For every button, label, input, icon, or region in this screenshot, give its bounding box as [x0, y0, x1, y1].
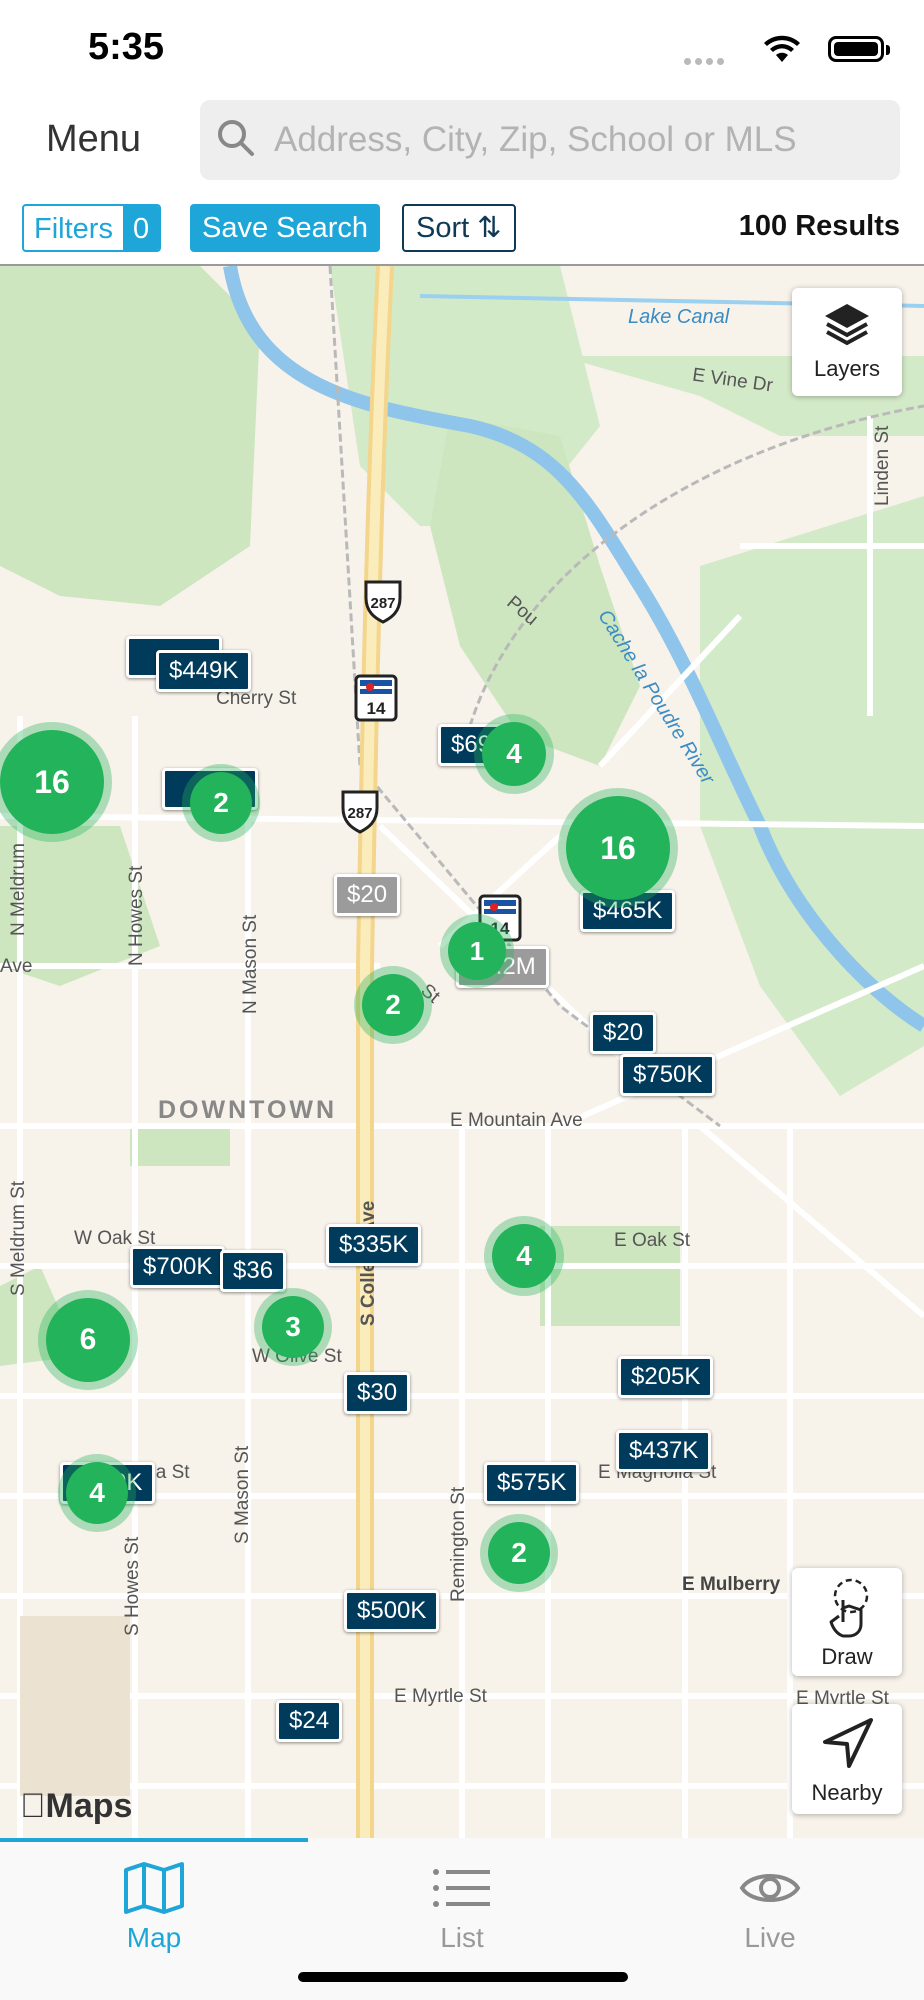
price-pin[interactable]: $335K	[326, 1224, 422, 1266]
cluster-marker[interactable]: 4	[66, 1462, 128, 1524]
cluster-marker[interactable]: 3	[262, 1296, 324, 1358]
area-label-downtown: DOWNTOWN	[158, 1096, 338, 1124]
home-indicator	[298, 1972, 628, 1982]
price-pin[interactable]: $20	[590, 1012, 657, 1054]
menu-button[interactable]: Menu	[46, 118, 141, 161]
us-287-shield-icon: 287	[340, 788, 380, 834]
sort-arrows-icon: ⇅	[477, 212, 502, 244]
cluster-marker[interactable]: 1	[448, 922, 506, 980]
co-14-shield-icon: 14	[354, 674, 398, 722]
price-pin[interactable]: $700K	[130, 1246, 226, 1288]
cluster-marker[interactable]: 16	[566, 796, 670, 900]
layers-label: Layers	[813, 356, 881, 381]
cluster-marker[interactable]: 4	[482, 722, 546, 786]
nearby-label: Nearby	[811, 1780, 883, 1805]
street-label-e-mulberry: E Mulberry	[682, 1574, 781, 1595]
price-pin[interactable]: $500K	[344, 1590, 440, 1632]
draw-hand-icon	[829, 1578, 869, 1638]
tab-list[interactable]: List	[308, 1848, 616, 1954]
svg-text:14: 14	[367, 699, 386, 718]
price-pin[interactable]: $205K	[618, 1356, 714, 1398]
us-287-shield-icon: 287	[363, 578, 403, 624]
price-pin[interactable]: $750K	[620, 1054, 716, 1096]
map-icon	[124, 1862, 184, 1914]
street-label-ave: Ave	[0, 956, 33, 977]
save-search-button[interactable]: Save Search	[190, 204, 381, 252]
layers-button[interactable]: Layers	[792, 288, 902, 396]
svg-text:287: 287	[347, 805, 372, 822]
list-icon	[433, 1869, 490, 1907]
street-label-n-mason: N Mason St	[240, 914, 261, 1014]
cluster-marker[interactable]: 16	[0, 730, 104, 834]
street-label-lake-canal: Lake Canal	[628, 306, 730, 328]
street-label-n-howes: N Howes St	[126, 865, 147, 966]
eye-icon	[739, 1874, 801, 1902]
price-pin[interactable]: $437K	[616, 1430, 712, 1472]
sort-button[interactable]: Sort ⇅	[402, 204, 516, 252]
location-arrow-icon	[823, 1718, 873, 1768]
search-bar[interactable]	[200, 100, 900, 180]
price-pin[interactable]: $449K	[156, 650, 252, 692]
street-label-remington: Remington St	[448, 1486, 469, 1602]
price-pin-viewed[interactable]: $20	[334, 874, 401, 916]
results-count: 100 Results	[738, 210, 900, 242]
search-input[interactable]	[272, 114, 886, 166]
search-icon	[218, 120, 254, 156]
status-bar: 5:35	[0, 0, 924, 90]
battery-icon	[828, 36, 890, 62]
street-label-e-mountain: E Mountain Ave	[450, 1110, 583, 1131]
apple-logo-icon: 	[20, 1787, 46, 1825]
street-label-n-meldrum: N Meldrum	[8, 843, 29, 936]
cluster-marker[interactable]: 2	[190, 772, 252, 834]
tab-live-label: Live	[744, 1922, 796, 1953]
street-label-linden: Linden St	[872, 425, 893, 506]
svg-text:287: 287	[370, 595, 395, 612]
tab-live[interactable]: Live	[616, 1848, 924, 1954]
tab-indicator	[0, 1838, 308, 1842]
tab-map[interactable]: Map	[0, 1848, 308, 1954]
draw-button[interactable]: Draw	[792, 1568, 902, 1676]
street-label-e-myrtle: E Myrtle St	[394, 1686, 487, 1707]
price-pin[interactable]: $24	[276, 1700, 343, 1742]
filters-label: Filters	[34, 213, 113, 245]
price-pin[interactable]: $36	[220, 1250, 287, 1292]
street-label-s-mason: S Mason St	[232, 1445, 253, 1544]
status-time: 5:35	[88, 26, 165, 68]
nearby-button[interactable]: Nearby	[792, 1704, 902, 1814]
tab-list-label: List	[440, 1922, 484, 1953]
street-label-s-howes: S Howes St	[122, 1536, 143, 1636]
tab-map-label: Map	[126, 1922, 182, 1953]
cluster-marker[interactable]: 2	[488, 1522, 550, 1584]
apple-maps-attribution: Maps	[20, 1787, 132, 1825]
price-pin[interactable]: $30	[344, 1372, 411, 1414]
map-view[interactable]: Lake Canal E Vine Dr Linden St Cache la …	[0, 264, 924, 1840]
cluster-marker[interactable]: 6	[46, 1298, 130, 1382]
filters-button[interactable]: Filters 0	[22, 204, 162, 252]
price-pin[interactable]: $575K	[484, 1462, 580, 1504]
filters-count-badge: 0	[122, 206, 160, 250]
draw-label: Draw	[821, 1644, 873, 1669]
wifi-icon	[764, 35, 800, 62]
toolbar: Filters 0 Save Search Sort ⇅ 100 Results	[0, 200, 924, 262]
cellular-signal-icon	[680, 52, 724, 70]
layers-icon	[825, 304, 869, 346]
cluster-marker[interactable]: 4	[492, 1224, 556, 1288]
street-label-s-meldrum: S Meldrum St	[8, 1180, 29, 1296]
street-label-e-oak: E Oak St	[614, 1230, 691, 1251]
cluster-marker[interactable]: 2	[362, 974, 424, 1036]
sort-label: Sort	[416, 212, 470, 244]
